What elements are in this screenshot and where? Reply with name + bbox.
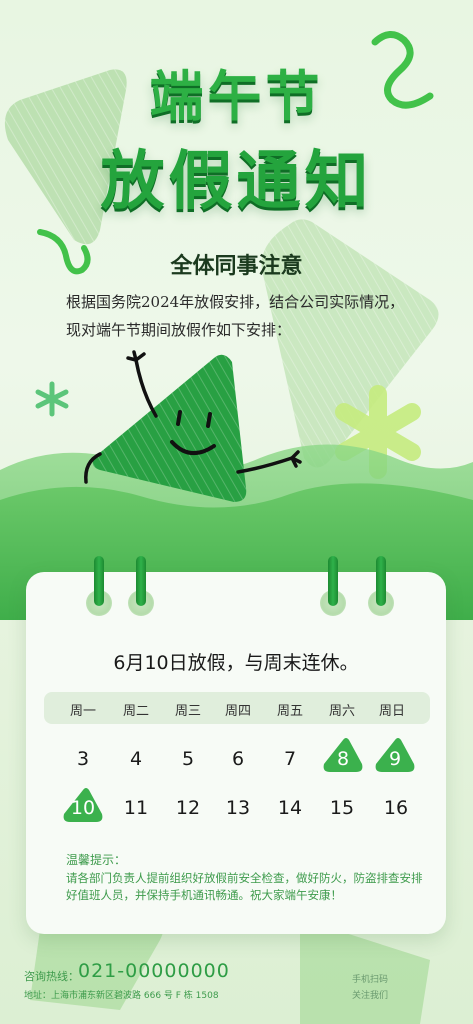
asterisk-left: [35, 381, 69, 417]
calendar-day: 11: [123, 797, 149, 819]
calendar-day: 7: [283, 748, 297, 770]
calendar-day: 14: [277, 797, 303, 819]
calendar-day: 3: [76, 748, 90, 770]
intro-text: 根据国务院2024年放假安排，结合公司实际情况，现对端午节期间放假作如下安排：: [66, 293, 405, 339]
address: 地址：上海市浦东新区碧波路 666 号 F 栋 1508: [24, 991, 219, 1001]
tips-text: 请各部门负责人提前组织好放假前安全检查，做好防火，防盗排查安排好值班人员，并保持…: [66, 871, 423, 902]
calendar-day: 5: [181, 748, 195, 770]
weekday-label: 周日: [378, 704, 405, 719]
calendar-day: 4: [129, 748, 143, 770]
calendar-day: 16: [383, 797, 409, 819]
title-line2: 放假通知: [100, 145, 373, 219]
title-line1: 端午节: [149, 65, 324, 128]
weekday-label: 周一: [69, 704, 96, 719]
heading: 全体同事注意: [170, 253, 303, 279]
weekday-label: 周二: [122, 704, 149, 719]
calendar-day: 6: [231, 748, 245, 770]
weekday-label: 周六: [328, 704, 355, 719]
calendar-day: 13: [225, 797, 251, 819]
ring-bar: [136, 556, 146, 606]
ring-bar: [94, 556, 104, 606]
ring-bar: [328, 556, 338, 606]
qr-caption-line1: 手机扫码: [352, 975, 389, 985]
weekday-label: 周三: [174, 704, 201, 719]
weekday-label: 周五: [276, 704, 303, 719]
calendar-day-holiday: 9: [388, 748, 402, 770]
hotline-label: 咨询热线：: [24, 970, 79, 983]
tips-title: 温馨提示：: [66, 853, 127, 867]
calendar-day-holiday: 10: [70, 797, 96, 819]
calendar-day: 15: [329, 797, 355, 819]
calendar-day: 12: [175, 797, 201, 819]
qr-caption-line2: 关注我们: [352, 991, 389, 1001]
ring-bar: [376, 556, 386, 606]
calendar-headline: 6月10日放假，与周末连休。: [113, 652, 359, 674]
hotline-number[interactable]: 021-00000000: [78, 960, 230, 982]
calendar-day-holiday: 8: [336, 748, 350, 770]
weekday-label: 周四: [224, 704, 251, 719]
